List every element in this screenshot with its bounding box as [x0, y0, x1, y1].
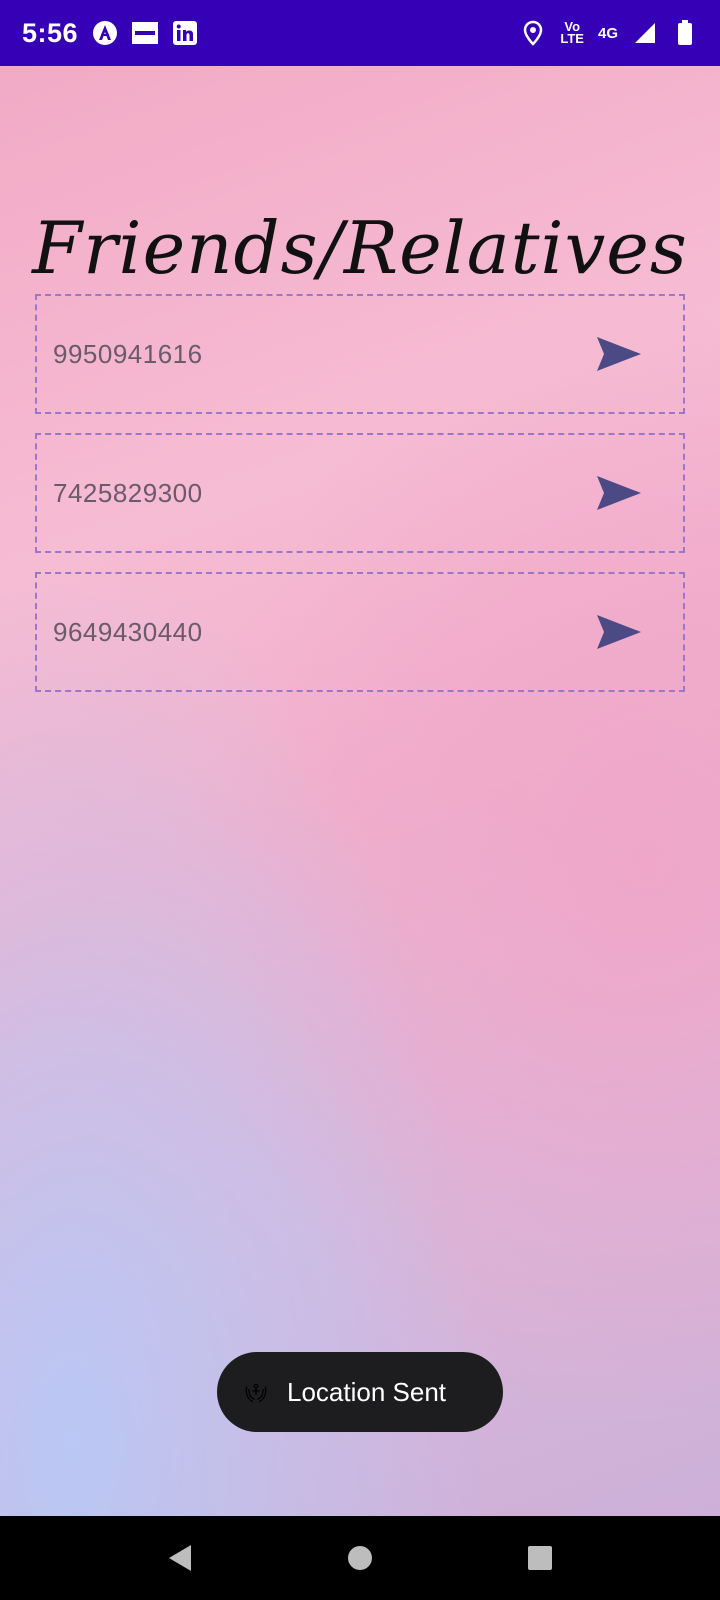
contact-card: 9649430440	[35, 572, 685, 692]
status-left: 5:56	[22, 18, 198, 49]
recents-icon	[528, 1546, 552, 1570]
main-content: Friends/Relatives 9950941616 7425829300 …	[0, 66, 720, 1516]
send-icon	[597, 615, 641, 649]
home-button[interactable]	[340, 1538, 380, 1578]
contact-phone: 9950941616	[53, 338, 203, 369]
accessibility-icon	[92, 20, 118, 46]
status-right: Vo LTE 4G	[520, 20, 698, 46]
page-title: Friends/Relatives	[32, 206, 688, 290]
send-location-button[interactable]	[595, 334, 643, 374]
send-icon	[597, 337, 641, 371]
contact-phone: 9649430440	[53, 616, 203, 647]
signal-icon	[632, 20, 658, 46]
toast-text: Location Sent	[287, 1376, 447, 1407]
contact-card: 7425829300	[35, 433, 685, 553]
location-icon	[520, 20, 546, 46]
status-bar: 5:56 Vo LTE 4G	[0, 0, 720, 66]
volte-indicator: Vo LTE	[560, 20, 584, 46]
toast-message: Location Sent	[217, 1352, 503, 1432]
contact-phone: 7425829300	[53, 477, 203, 508]
back-icon	[169, 1545, 191, 1571]
send-location-button[interactable]	[595, 473, 643, 513]
contact-card: 9950941616	[35, 294, 685, 414]
send-icon	[597, 476, 641, 510]
app-logo-icon	[243, 1379, 269, 1405]
home-icon	[348, 1546, 372, 1570]
network-type: 4G	[597, 24, 618, 42]
battery-icon	[672, 20, 698, 46]
navigation-bar	[0, 1516, 720, 1600]
status-time: 5:56	[22, 17, 79, 48]
linkedin-icon	[172, 20, 198, 46]
recents-button[interactable]	[520, 1538, 560, 1578]
send-location-button[interactable]	[595, 612, 643, 652]
volte-bottom: LTE	[560, 31, 584, 46]
zomato-icon	[132, 20, 159, 46]
back-button[interactable]	[160, 1538, 200, 1578]
